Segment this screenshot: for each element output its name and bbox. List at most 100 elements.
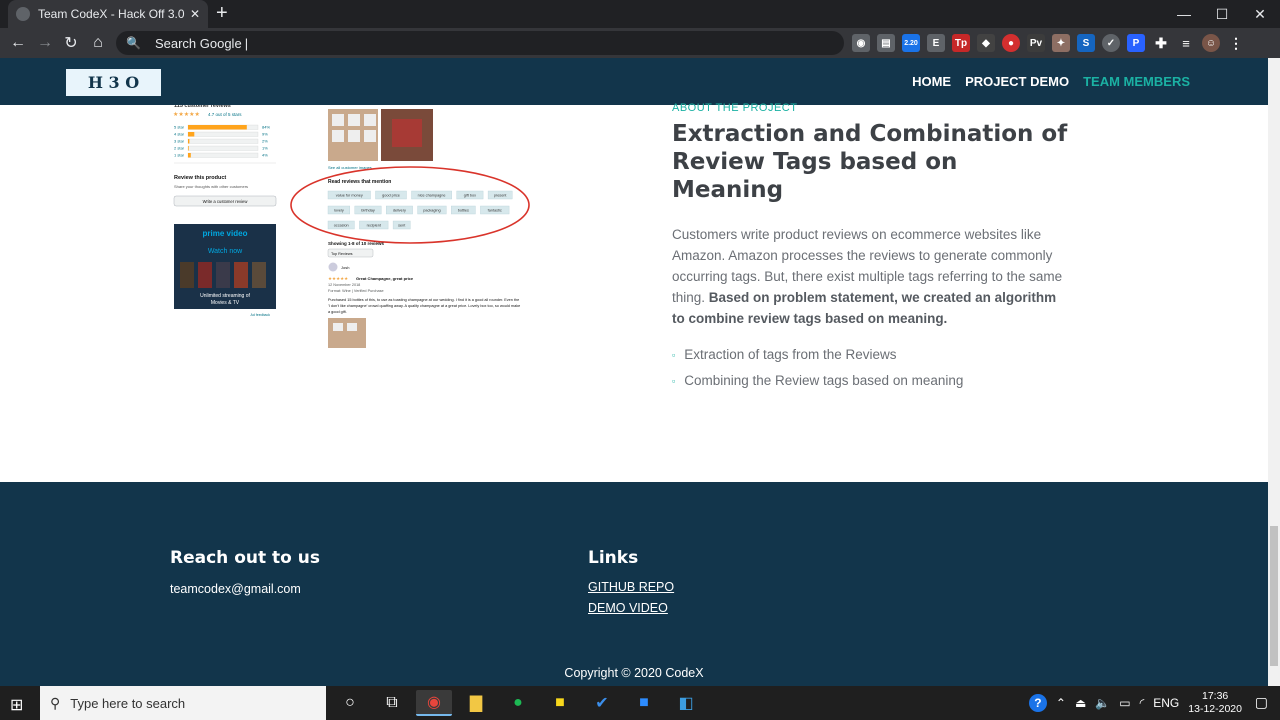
showing-count: Showing 1-8 of 10 reviews <box>328 241 385 246</box>
rating-bar-fill <box>188 139 190 144</box>
close-icon[interactable]: ✕ <box>190 7 200 21</box>
rating-track <box>187 138 259 144</box>
address-bar-text: Search Google <box>154 35 242 51</box>
windows-start-icon[interactable]: ⊞ <box>10 695 23 715</box>
nav-team-members[interactable]: TEAM MEMBERS <box>1083 74 1190 89</box>
reviewer-avatar <box>328 262 338 272</box>
blue-extension-icon[interactable]: P <box>1127 34 1145 52</box>
battery-icon[interactable]: ▭ <box>1119 696 1130 710</box>
review-tag-label: good price <box>382 194 400 198</box>
point-text: Combining the Review tags based on meani… <box>684 373 964 388</box>
zoom-icon[interactable]: ■ <box>626 690 662 716</box>
site-footer: Reach out to us teamcodex@gmail.com Link… <box>0 482 1268 686</box>
extension-icons: ◉ ▤ 2.20 E Tp ◆ ● Pv ✦ S ✓ P ✚ ≡ ☺ ⋮ <box>852 34 1245 52</box>
review-tag-label: fantastic <box>488 209 502 213</box>
scrollbar-thumb[interactable] <box>1270 526 1278 666</box>
brown-extension-icon[interactable]: ✦ <box>1052 34 1070 52</box>
new-tab-button[interactable]: + <box>216 3 228 23</box>
footer-contact: Reach out to us teamcodex@gmail.com <box>170 548 320 596</box>
vscode-icon[interactable]: ◧ <box>668 690 704 716</box>
rating-label[interactable]: 2 star <box>174 146 185 151</box>
github-repo-link[interactable]: GITHUB REPO <box>588 580 674 594</box>
check-extension-icon[interactable]: ✓ <box>1102 34 1120 52</box>
sort-value: Top Reviews <box>331 252 353 256</box>
clipboard-extension-icon[interactable]: ▤ <box>877 34 895 52</box>
menu-kebab-icon[interactable]: ⋮ <box>1227 34 1245 52</box>
home-icon[interactable]: ⌂ <box>87 32 109 54</box>
review-tag-label: present <box>494 194 508 198</box>
taskbar-search[interactable]: ⚲ Type here to search <box>40 686 326 720</box>
rating-pct: 2% <box>262 139 268 144</box>
badge-extension-icon[interactable]: 2.20 <box>902 34 920 52</box>
about-section: 115 customer reviews ★★★★★ 4.7 out of 5 … <box>0 102 1268 482</box>
main-nav: HOME PROJECT DEMO TEAM MEMBERS <box>912 74 1190 89</box>
page-scrollbar[interactable] <box>1268 58 1280 686</box>
window-close-icon[interactable]: ✕ <box>1242 0 1278 28</box>
profile-avatar[interactable]: ☺ <box>1202 34 1220 52</box>
clock-time: 17:36 <box>1202 690 1229 702</box>
nav-home[interactable]: HOME <box>912 74 951 89</box>
review-date: 12 November 2018 <box>328 283 360 287</box>
extensions-puzzle-icon[interactable]: ✚ <box>1152 34 1170 52</box>
review-thumbnail[interactable] <box>328 318 366 348</box>
wifi-icon[interactable]: ◜ <box>1140 696 1145 710</box>
rating-label[interactable]: 3 star <box>174 139 185 144</box>
reload-icon[interactable]: ↻ <box>60 32 82 54</box>
rating-label[interactable]: 4 star <box>174 132 185 137</box>
reading-list-icon[interactable]: ≡ <box>1177 34 1195 52</box>
rating-bar-fill <box>188 125 247 130</box>
demo-video-link[interactable]: DEMO VIDEO <box>588 601 674 615</box>
review-sub: Share your thoughts with other customers <box>174 184 248 189</box>
usb-icon[interactable]: ⏏ <box>1075 696 1086 710</box>
e-extension-icon[interactable]: E <box>927 34 945 52</box>
search-icon: 🔍 <box>126 36 141 50</box>
point-text: Extraction of tags from the Reviews <box>684 347 897 362</box>
language-indicator[interactable]: ENG <box>1153 696 1179 710</box>
browser-tab[interactable]: Team CodeX - Hack Off 3.0 ✕ <box>8 0 208 28</box>
address-bar[interactable]: 🔍 Search Google | <box>116 31 844 55</box>
maximize-icon[interactable]: ☐ <box>1204 0 1240 28</box>
review-tag-label: packaging <box>423 209 440 213</box>
pv-extension-icon[interactable]: Pv <box>1027 34 1045 52</box>
about-paragraph: Customers write product reviews on ecomm… <box>672 224 1072 329</box>
svg-text:'I don't like champagne' crowd: 'I don't like champagne' crowd quaffing … <box>328 304 520 308</box>
review-tag-label: bottles <box>458 209 469 213</box>
puzzle-dark-extension-icon[interactable]: ◆ <box>977 34 995 52</box>
rating-track <box>187 152 259 158</box>
list-item: ▫ Combining the Review tags based on mean… <box>672 368 1072 394</box>
camera-extension-icon[interactable]: ◉ <box>852 34 870 52</box>
rating-label[interactable]: 1 star <box>174 153 185 158</box>
nav-project-demo[interactable]: PROJECT DEMO <box>965 74 1069 89</box>
cortana-icon[interactable]: ○ <box>332 690 368 716</box>
chrome-icon[interactable]: ◉ <box>416 690 452 716</box>
logo-text: H 3 O <box>87 73 140 92</box>
browser-toolbar: ← → ↻ ⌂ 🔍 Search Google | ◉ ▤ 2.20 E Tp ◆… <box>0 28 1280 58</box>
minimize-icon[interactable]: — <box>1166 0 1202 28</box>
review-tag-label: delivery <box>393 209 406 213</box>
chevron-up-icon[interactable]: ⌃ <box>1056 696 1066 710</box>
search-icon: ⚲ <box>50 694 61 711</box>
taskbar-search-placeholder: Type here to search <box>70 695 186 711</box>
back-icon[interactable]: ← <box>7 32 29 54</box>
forward-icon[interactable]: → <box>34 32 56 54</box>
red-extension-icon[interactable]: ● <box>1002 34 1020 52</box>
help-icon[interactable]: ? <box>1028 694 1047 712</box>
todo-icon[interactable]: ✔ <box>584 690 620 716</box>
tp-extension-icon[interactable]: Tp <box>952 34 970 52</box>
notifications-icon[interactable]: ▢ <box>1255 694 1268 711</box>
rating-pct: 9% <box>262 132 268 137</box>
site-logo[interactable]: H 3 O <box>66 69 161 96</box>
rating-pct: 4% <box>262 153 268 158</box>
prime-title: prime video <box>203 229 248 238</box>
review-tag-label: gift box <box>464 194 476 198</box>
file-explorer-icon[interactable]: ▇ <box>458 690 494 716</box>
clock[interactable]: 17:36 13-12-2020 <box>1188 690 1242 716</box>
task-view-icon[interactable]: ⧉ <box>374 690 410 716</box>
volume-icon[interactable]: 🔈 <box>1095 696 1110 710</box>
taskbar-apps: ○ ⧉ ◉ ▇ ● ■ ✔ ■ ◧ <box>332 690 704 716</box>
rating-label[interactable]: 5 star <box>174 125 185 130</box>
review-tag-label: sent <box>398 224 406 228</box>
s-extension-icon[interactable]: S <box>1077 34 1095 52</box>
spotify-icon[interactable]: ● <box>500 690 536 716</box>
sticky-notes-icon[interactable]: ■ <box>542 690 578 716</box>
